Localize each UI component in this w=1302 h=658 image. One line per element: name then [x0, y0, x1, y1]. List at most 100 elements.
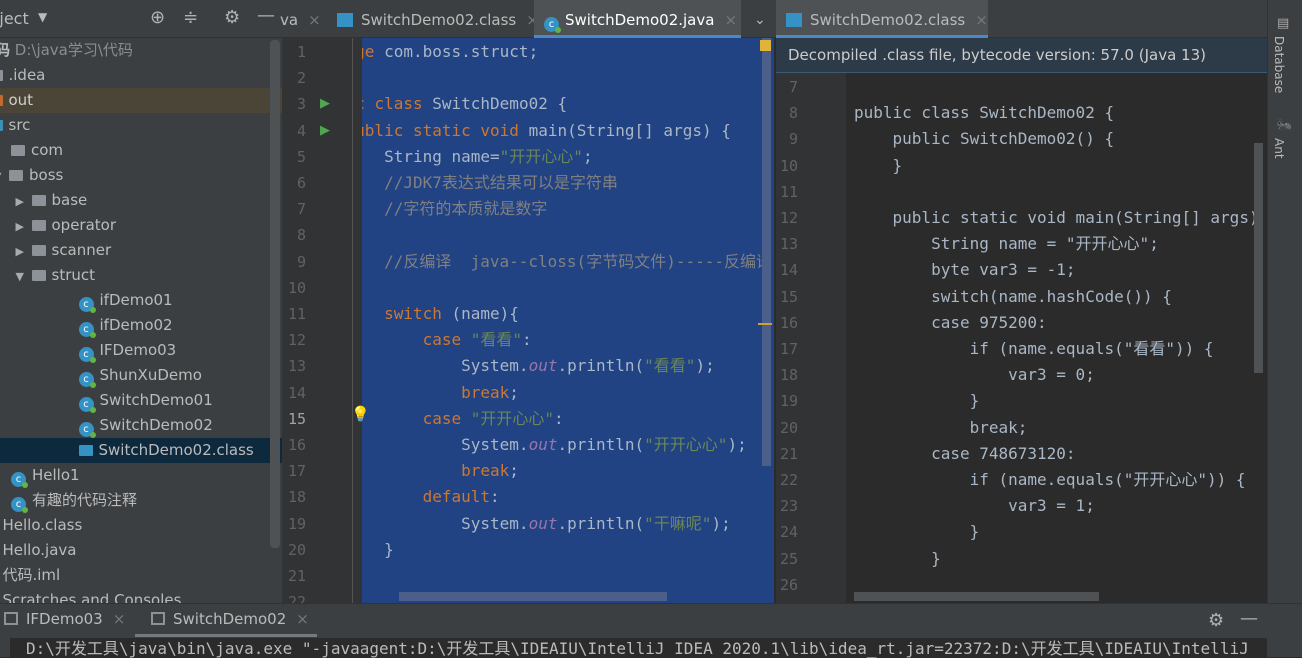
gear-icon[interactable]: ⚙ — [224, 7, 240, 28]
tree-item-src[interactable]: src — [0, 113, 282, 138]
tab-java-partial[interactable]: va × — [270, 0, 321, 38]
tree-item-switchdemo01[interactable]: c SwitchDemo01 — [0, 388, 282, 413]
database-tool-button[interactable]: Database — [1272, 36, 1286, 93]
folder-icon — [31, 195, 46, 206]
expanded-arrow-icon[interactable]: ▼ — [16, 264, 32, 289]
code-editor[interactable]: package com.boss.struct; public class Swi… — [362, 38, 774, 603]
editor-horizontal-scrollbar[interactable] — [399, 592, 667, 601]
close-icon[interactable]: × — [296, 610, 309, 628]
run-panel: IFDemo03 × SwitchDemo02 × ⚙ — D:\开发工具\java… — [0, 603, 1302, 658]
line-number: 23 — [779, 497, 798, 516]
line-number: 13 — [779, 235, 798, 254]
tab-switchdemo02-class[interactable]: SwitchDemo02.class × — [327, 0, 539, 38]
code-line: public static void main(String[] args) { — [854, 208, 1267, 227]
tree-item-label: out — [8, 91, 34, 109]
tree-scrollbar[interactable] — [270, 40, 280, 548]
tree-item-switchdemo02-class[interactable]: SwitchDemo02.class — [0, 438, 282, 463]
gear-icon[interactable]: ⚙ — [1208, 610, 1224, 631]
tree-item-hello-java[interactable]: Hello.java — [0, 538, 282, 563]
code-line: public class SwitchDemo02 { — [362, 91, 567, 117]
collapsed-arrow-icon[interactable]: ▶ — [16, 189, 32, 214]
code-line: public class SwitchDemo02 { — [854, 103, 1115, 123]
folder-icon — [31, 245, 46, 256]
tree-item-label: 代码 — [0, 41, 11, 59]
run-gutter-icon[interactable]: ▶ — [320, 96, 330, 111]
tree-item-label: SwitchDemo01 — [99, 391, 213, 409]
line-number: 8 — [788, 104, 798, 123]
code-token: (name){ — [441, 304, 519, 323]
code-line: break; — [362, 458, 519, 484]
tree-item-ifdemo01[interactable]: c ifDemo01 — [0, 288, 282, 313]
editor-vertical-scrollbar[interactable] — [762, 38, 771, 466]
tree-item-ifdemo02[interactable]: c ifDemo02 — [0, 313, 282, 338]
code-line: System.out.println("看看"); — [362, 353, 715, 379]
tree-item--idea[interactable]: .idea — [0, 63, 282, 88]
tree-item--[interactable]: c 有趣的代码注释 — [0, 488, 282, 513]
tree-item-base[interactable]: ▶ base — [0, 188, 282, 213]
tab-right-class[interactable]: SwitchDemo02.class × — [776, 0, 988, 38]
warning-marker[interactable] — [758, 323, 772, 325]
run-gutter-icon[interactable]: ▶ — [320, 123, 330, 138]
project-path: D:\java学习\代码 — [10, 41, 133, 59]
project-view-selector[interactable]: Project — [0, 9, 29, 28]
code-line: public SwitchDemo02() { — [854, 129, 1115, 149]
tree-item-hello-class[interactable]: Hello.class — [0, 513, 282, 538]
tree-item--iml[interactable]: 代码.iml — [0, 563, 282, 588]
right-vertical-scrollbar[interactable] — [1254, 143, 1263, 373]
close-icon[interactable]: × — [724, 11, 737, 29]
line-number: 11 — [287, 305, 306, 323]
lightbulb-icon[interactable]: 💡 — [351, 405, 370, 423]
tree-item-label: boss — [29, 166, 64, 184]
code-token: main(String[] args) { — [518, 120, 731, 140]
code-line: if (name.equals("开开心心")) { — [854, 470, 1246, 489]
folder-icon — [0, 120, 3, 131]
keyword: case — [422, 408, 462, 428]
close-icon[interactable]: × — [308, 11, 321, 29]
tree-item-switchdemo02[interactable]: c SwitchDemo02 — [0, 413, 282, 438]
decompiled-code[interactable]: public class SwitchDemo02 { public Switc… — [846, 73, 1267, 603]
static-field: out — [528, 513, 558, 533]
code-line: } — [854, 522, 980, 542]
tree-item-boss[interactable]: ▼ boss — [0, 163, 282, 188]
code-line: case 748673120: — [854, 443, 1076, 463]
class-icon: c — [544, 17, 561, 33]
tree-item-struct[interactable]: ▼ struct — [0, 263, 282, 288]
minimize-icon[interactable]: — — [1240, 608, 1258, 629]
editor-gutter: 12345678910111213141516171819202122▶▶ — [282, 38, 362, 611]
code-line: break; — [854, 417, 1028, 437]
tree-item-ifdemo03[interactable]: c IFDemo03 — [0, 338, 282, 363]
close-icon[interactable]: × — [113, 610, 126, 628]
tree-item-hello1[interactable]: c Hello1 — [0, 463, 282, 488]
tree-item-shunxudemo[interactable]: c ShunXuDemo — [0, 363, 282, 388]
project-panel: Project ▼ ⊕ ≑ ⚙ — 代码 D:\java学习\代码 .idea ou… — [0, 0, 282, 603]
code-line: System.out.println("干嘛呢"); — [362, 511, 731, 537]
chevron-down-icon[interactable]: ▼ — [38, 10, 47, 24]
collapsed-arrow-icon[interactable]: ▶ — [16, 239, 32, 264]
line-number: 12 — [287, 331, 306, 350]
collapse-all-icon[interactable]: ≑ — [183, 7, 198, 28]
ant-tool-button[interactable]: Ant — [1272, 138, 1286, 159]
locate-icon[interactable]: ⊕ — [150, 7, 165, 28]
static-field: out — [528, 435, 558, 454]
right-horizontal-scrollbar[interactable] — [854, 592, 1099, 601]
tree-item-scanner[interactable]: ▶ scanner — [0, 238, 282, 263]
tree-item--[interactable]: 代码 D:\java学习\代码 — [0, 38, 282, 63]
close-icon[interactable]: × — [975, 11, 988, 29]
code-token: ; — [582, 146, 593, 166]
collapsed-arrow-icon[interactable]: ▶ — [16, 214, 32, 239]
inspection-status-icon[interactable] — [760, 40, 771, 51]
tree-item-scratches-and-consoles[interactable]: Scratches and Consoles — [0, 588, 282, 603]
expanded-arrow-icon[interactable]: ▼ — [0, 164, 9, 189]
tabs-dropdown-chevron-icon[interactable]: ⌄ — [744, 0, 774, 38]
run-tab-switchdemo02[interactable]: SwitchDemo02 × — [135, 604, 317, 637]
tree-item-out[interactable]: out — [0, 88, 282, 113]
console-output: D:\开发工具\java\bin\java.exe "-javaagent:D:… — [10, 638, 1267, 658]
tree-item-com[interactable]: com — [0, 138, 282, 163]
tree-item-label: struct — [51, 266, 96, 284]
tab-switchdemo02-java[interactable]: c SwitchDemo02.java × — [534, 0, 741, 38]
tree-item-operator[interactable]: ▶ operator — [0, 213, 282, 238]
run-tab-ifdemo03[interactable]: IFDemo03 × — [4, 610, 125, 628]
